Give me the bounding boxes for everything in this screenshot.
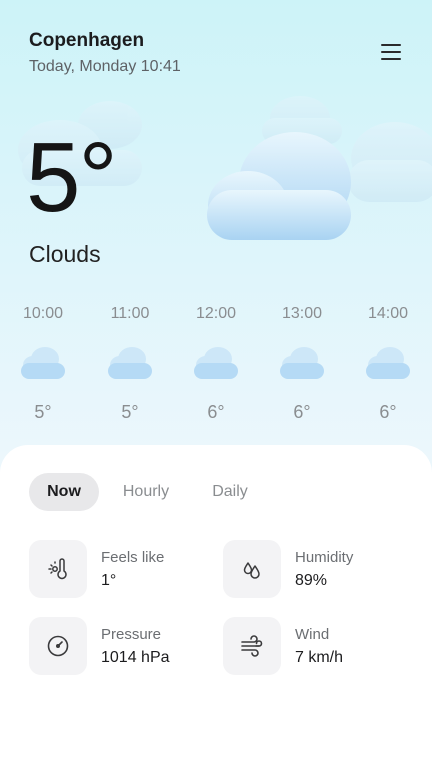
cloud-icon xyxy=(366,347,410,379)
tab-now[interactable]: Now xyxy=(29,473,99,511)
hour-time: 14:00 xyxy=(367,305,409,322)
tab-daily[interactable]: Daily xyxy=(195,473,265,511)
hourly-item: 13:00 6° xyxy=(272,305,332,422)
humidity-tile xyxy=(223,540,281,598)
city-name: Copenhagen xyxy=(29,30,145,51)
feels-like-value: 1° xyxy=(101,572,117,589)
gauge-icon xyxy=(47,635,69,657)
hour-time: 10:00 xyxy=(22,305,64,322)
hour-temp: 6° xyxy=(293,402,311,422)
wind-value: 7 km/h xyxy=(295,649,344,666)
hour-time: 13:00 xyxy=(281,305,323,322)
tab-hourly[interactable]: Hourly xyxy=(111,473,181,511)
main-cloud-icon xyxy=(207,132,351,240)
cloud-icon xyxy=(108,347,152,379)
hour-time: 11:00 xyxy=(110,305,150,322)
pressure-tile xyxy=(29,617,87,675)
hourly-forecast: 10:00 5° 11:00 5° 12:00 6° 13:00 6° 14:0… xyxy=(0,305,432,435)
hourly-item: 10:00 5° xyxy=(13,305,73,422)
hour-temp: 5° xyxy=(121,402,139,422)
pressure-value: 1014 hPa xyxy=(101,649,170,666)
cloud-icon xyxy=(21,347,65,379)
hour-temp: 5° xyxy=(34,402,52,422)
hamburger-menu-icon[interactable] xyxy=(376,40,406,64)
feels-like-tile xyxy=(29,540,87,598)
cloud-icon xyxy=(280,347,324,379)
droplets-icon xyxy=(243,562,260,579)
hourly-item: 11:00 5° xyxy=(100,305,160,422)
humidity-label: Humidity xyxy=(295,549,354,566)
wind-icon xyxy=(241,635,263,657)
hour-time: 12:00 xyxy=(195,305,237,322)
hourly-item: 14:00 6° xyxy=(358,305,418,422)
wind-label: Wind xyxy=(295,626,330,643)
date-time: Today, Monday 10:41 xyxy=(29,58,181,75)
hourly-item: 12:00 6° xyxy=(186,305,246,422)
cloud-icon xyxy=(194,347,238,379)
hour-temp: 6° xyxy=(207,402,225,422)
thermometer-sun-icon xyxy=(48,558,67,580)
feels-like-label: Feels like xyxy=(101,549,165,566)
current-temperature: 5° xyxy=(26,122,118,232)
hour-temp: 6° xyxy=(379,402,397,422)
details-sheet: Now Hourly Daily Feels like 1° Humidity … xyxy=(0,445,432,768)
pressure-label: Pressure xyxy=(101,626,162,643)
current-condition: Clouds xyxy=(29,241,101,267)
humidity-value: 89% xyxy=(295,572,328,589)
wind-tile xyxy=(223,617,281,675)
